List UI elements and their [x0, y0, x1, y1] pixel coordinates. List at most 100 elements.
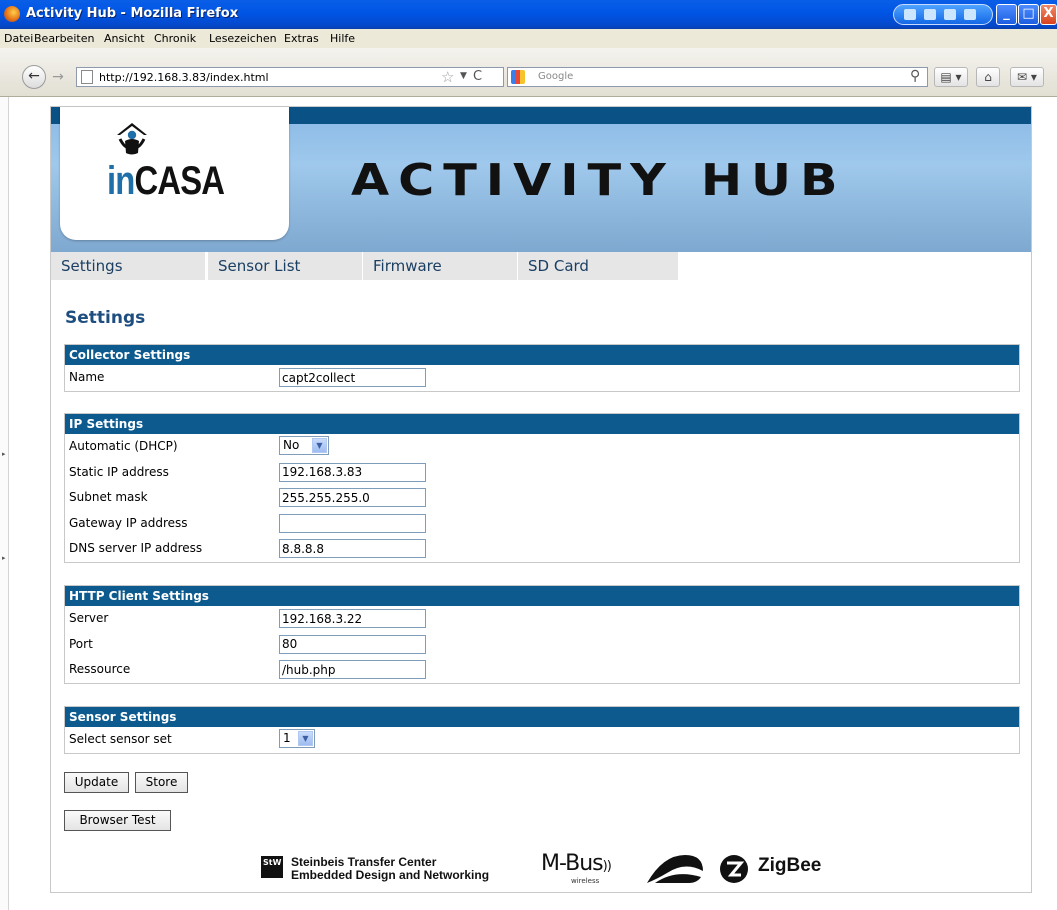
tab-sensor-list[interactable]: Sensor List: [208, 252, 362, 280]
mbus-text: M-Bus: [541, 851, 604, 876]
server-row: Server: [65, 606, 1019, 632]
wireless-mbus-logo: M-Bus)) wireless: [541, 851, 612, 885]
url-dropdown-icon[interactable]: ▼: [460, 71, 467, 81]
steinbeis-line-2: Embedded Design and Networking: [291, 868, 490, 882]
zigbee-logo-icon: [720, 855, 748, 883]
section-header: Sensor Settings: [65, 707, 1019, 727]
gateway-ip-field[interactable]: [279, 513, 426, 533]
server-field[interactable]: [279, 609, 426, 628]
sensor-set-select[interactable]: 1 ▼: [279, 729, 315, 748]
dhcp-row: Automatic (DHCP) No ▼: [65, 434, 1019, 460]
chevron-down-icon[interactable]: ▼: [312, 438, 327, 453]
dhcp-label: Automatic (DHCP): [69, 439, 178, 453]
back-button[interactable]: ←: [22, 65, 46, 89]
tab-firmware[interactable]: Firmware: [363, 252, 517, 280]
main-tabs: Settings Sensor List Firmware SD Card: [51, 252, 1031, 282]
logo-in-text: in: [107, 159, 135, 203]
search-placeholder: Google: [538, 71, 574, 82]
incasa-logo: inCASA: [60, 107, 289, 240]
static-ip-row: Static IP address: [65, 460, 1019, 486]
capsule-icon-2: [924, 9, 936, 20]
activity-hub-page: inCASA ACTIVITY HUB Settings Sensor List…: [50, 106, 1032, 893]
wave-icon: )): [602, 859, 612, 874]
resource-row: Ressource: [65, 657, 1019, 683]
port-field[interactable]: [279, 634, 426, 654]
subnet-mask-field[interactable]: [279, 488, 426, 507]
maximize-button[interactable]: □: [1018, 4, 1039, 25]
resource-label: Ressource: [69, 662, 131, 676]
incasa-logo-text: inCASA: [107, 159, 225, 204]
sidebar-arrow-icon[interactable]: ▸: [2, 450, 6, 458]
reload-icon[interactable]: C: [473, 69, 482, 84]
tab-sd-card[interactable]: SD Card: [518, 252, 678, 280]
window-titlebar: Activity Hub - Mozilla Firefox _ □ X: [0, 0, 1057, 29]
name-label: Name: [69, 370, 105, 384]
name-row: Name: [65, 365, 1019, 391]
minimize-button[interactable]: _: [996, 4, 1017, 25]
menu-bar: Datei Bearbeiten Ansicht Chronik Lesezei…: [0, 29, 1057, 48]
ip-settings-section: IP Settings Automatic (DHCP) No ▼ Static…: [64, 413, 1020, 563]
chevron-down-icon[interactable]: ▼: [298, 731, 313, 746]
update-button[interactable]: Update: [64, 772, 129, 793]
page-header: inCASA ACTIVITY HUB: [51, 107, 1031, 252]
browser-test-button[interactable]: Browser Test: [64, 810, 171, 831]
logo-casa-text: CASA: [134, 159, 225, 203]
extension-icon[interactable]: ✉ ▾: [1010, 67, 1044, 87]
resource-field[interactable]: [279, 660, 426, 679]
addon-icon[interactable]: ▤ ▾: [934, 67, 968, 87]
sensor-set-row: Select sensor set 1 ▼: [65, 727, 1019, 753]
google-icon[interactable]: [511, 70, 525, 84]
sensor-set-select-value: 1: [283, 731, 291, 745]
page-icon: [81, 70, 93, 84]
navigation-toolbar: ← → http://192.168.3.83/index.html ☆ ▼ C…: [0, 48, 1057, 97]
partner-logos: StW Steinbeis Transfer Center Embedded D…: [261, 847, 861, 887]
static-ip-label: Static IP address: [69, 464, 169, 479]
dhcp-select[interactable]: No ▼: [279, 436, 329, 455]
search-icon[interactable]: ⚲: [910, 68, 920, 84]
sidebar-arrow-icon[interactable]: ▸: [2, 554, 6, 562]
static-ip-field[interactable]: [279, 462, 426, 482]
incasa-figure-icon: [117, 123, 147, 155]
capsule-icon-4: [964, 9, 976, 20]
http-client-settings-section: HTTP Client Settings Server Port Ressour…: [64, 585, 1020, 684]
menu-hilfe[interactable]: Hilfe: [330, 32, 355, 45]
steinbeis-text: Steinbeis Transfer Center Embedded Desig…: [291, 856, 489, 882]
url-bar[interactable]: http://192.168.3.83/index.html ☆ ▼ C: [76, 67, 504, 87]
enocean-logo-icon: [647, 855, 703, 883]
dhcp-select-value: No: [283, 438, 300, 452]
subnet-label: Subnet mask: [69, 490, 148, 504]
close-window-button[interactable]: X: [1040, 4, 1057, 25]
tab-settings[interactable]: Settings: [51, 252, 205, 280]
dns-server-field[interactable]: [279, 539, 426, 558]
section-header: HTTP Client Settings: [65, 586, 1019, 606]
subnet-row: Subnet mask: [65, 485, 1019, 511]
sensor-set-label: Select sensor set: [69, 732, 172, 746]
sidebar-edge: ▸ ▸: [0, 97, 9, 910]
url-text: http://192.168.3.83/index.html: [99, 71, 269, 84]
menu-extras[interactable]: Extras: [284, 32, 319, 45]
name-field[interactable]: [279, 368, 426, 387]
page-title: Settings: [65, 308, 146, 328]
store-button[interactable]: Store: [135, 772, 188, 793]
menu-chronik[interactable]: Chronik: [154, 32, 196, 45]
capsule-icon-1: [904, 9, 916, 20]
port-row: Port: [65, 632, 1019, 658]
menu-bearbeiten[interactable]: Bearbeiten: [34, 32, 94, 45]
home-icon[interactable]: ⌂: [976, 67, 1000, 87]
search-bar[interactable]: Google ⚲: [507, 67, 928, 87]
gateway-row: Gateway IP address: [65, 511, 1019, 537]
sensor-settings-section: Sensor Settings Select sensor set 1 ▼: [64, 706, 1020, 754]
window-title: Activity Hub - Mozilla Firefox: [26, 6, 239, 21]
port-label: Port: [69, 636, 93, 651]
forward-button[interactable]: →: [48, 67, 68, 87]
collector-settings-section: Collector Settings Name: [64, 344, 1020, 392]
firefox-icon: [4, 6, 20, 22]
bookmark-star-icon[interactable]: ☆: [441, 68, 454, 86]
menu-ansicht[interactable]: Ansicht: [104, 32, 145, 45]
menu-lesezeichen[interactable]: Lesezeichen: [209, 32, 277, 45]
taskbar-capsule[interactable]: [893, 4, 993, 25]
section-header: IP Settings: [65, 414, 1019, 434]
capsule-icon-3: [944, 9, 956, 20]
section-header: Collector Settings: [65, 345, 1019, 365]
menu-datei[interactable]: Datei: [4, 32, 33, 45]
